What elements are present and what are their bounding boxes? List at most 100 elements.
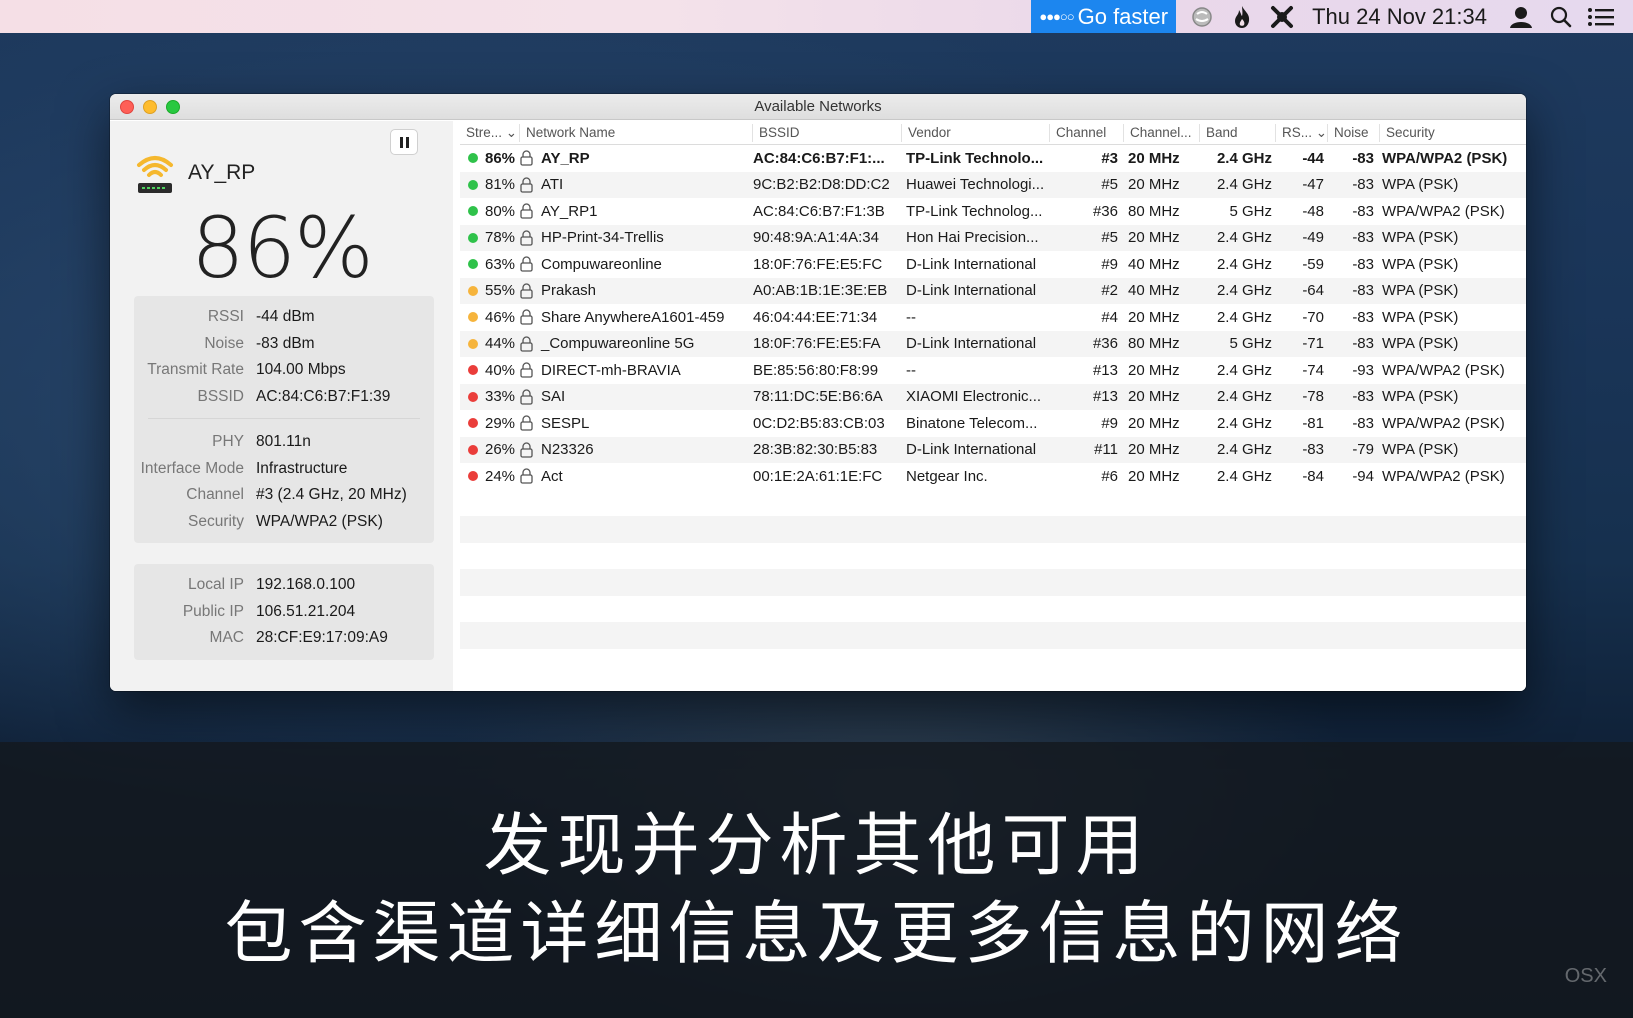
table-row[interactable]: 78% HP-Print-34-Trellis 90:48:9A:A1:4A:34 H… [460,224,1526,251]
table-row[interactable]: 81% ATI 9C:B2:B2:D8:DD:C2 Huawei Technologi… [460,171,1526,198]
channel-cell: #4 [1101,308,1118,326]
current-network-header: AY_RP [136,151,255,195]
signal-dot-icon [468,153,478,164]
detail-value: Infrastructure [256,459,348,477]
close-button[interactable] [120,100,134,114]
window-titlebar[interactable]: Available Networks [110,94,1526,120]
menubar-clock[interactable]: Thu 24 Nov 21:34 [1302,4,1501,30]
detail-row: Transmit Rate 104.00 Mbps [134,357,434,384]
band-cell: 2.4 GHz [1216,255,1272,273]
network-name-cell: Share AnywhereA1601-459 [520,309,753,326]
strength-cell: 29% [460,415,520,432]
go-faster-status-item[interactable]: ●●●○○ Go faster [1031,0,1177,33]
search-icon[interactable] [1541,0,1581,33]
caption-line-2: 包含渠道详细信息及更多信息的网络 [224,895,1409,974]
detail-value: 28:CF:E9:17:09:A9 [256,629,388,647]
vendor-cell: Huawei Technologi... [906,176,1045,194]
list-icon[interactable] [1581,0,1621,33]
network-name-text: _Compuwareonline 5G [541,335,695,353]
strength-value: 63% [485,255,516,273]
desktop: { "menubar": { "go_faster": "Go faster",… [0,0,1633,1018]
network-name-text: AY_RP1 [541,202,598,220]
vendor-cell: D-Link International [906,282,1037,300]
vendor-cell: -- [906,361,916,379]
network-name-cell: ATI [520,176,753,193]
table-row[interactable]: 63% Compuwareonline 18:0F:76:FE:E5:FC D-Lin… [460,251,1526,278]
strength-cell: 63% [460,256,520,273]
wrench-x-icon[interactable] [1262,0,1302,33]
security-cell: WPA/WPA2 (PSK) [1382,467,1505,485]
column-band[interactable]: Band [1200,123,1276,142]
table-row[interactable]: 55% Prakash A0:AB:1B:1E:3E:EB D-Link Intern… [460,277,1526,304]
zoom-button[interactable] [166,100,180,114]
bssid-cell: 9C:B2:B2:D8:DD:C2 [753,176,890,194]
strength-value: 86% [485,149,516,167]
signal-dot-icon [468,444,478,455]
band-cell: 2.4 GHz [1216,282,1272,300]
detail-label: Channel [186,486,244,504]
band-cell: 5 GHz [1229,202,1272,220]
table-row[interactable]: 40% DIRECT-mh-BRAVIA BE:85:56:80:F8:99 -- #1… [460,357,1526,384]
column-network-name[interactable]: Network Name [520,123,753,142]
strength-cell: 33% [460,388,520,405]
network-name-text: SAI [541,388,566,406]
detail-label: Local IP [187,576,244,594]
channel-width-cell: 40 MHz [1128,255,1180,273]
signal-dot-icon [468,285,478,296]
channel-cell: #5 [1101,229,1118,247]
bssid-cell: A0:AB:1B:1E:3E:EB [753,282,888,300]
channel-width-cell: 80 MHz [1128,202,1180,220]
detail-row: Local IP 192.168.0.100 [134,572,434,599]
channel-cell: #5 [1101,176,1118,194]
detail-row: PHY 801.11n [134,429,434,456]
column-vendor[interactable]: Vendor [902,123,1050,142]
wifi-router-icon [137,156,173,193]
networks-table[interactable]: Stre... ⌄ Network Name BSSID Vendor Chan… [460,121,1526,691]
detail-row: BSSID AC:84:C6:B7:F1:39 [134,384,434,411]
band-cell: 2.4 GHz [1216,176,1272,194]
bssid-cell: 18:0F:76:FE:E5:FA [753,335,881,353]
vendor-cell: Netgear Inc. [906,467,988,485]
table-row[interactable]: 24% Act 00:1E:2A:61:1E:FC Netgear Inc. #6 20 … [460,463,1526,490]
strength-value: 81% [485,176,516,194]
column-security[interactable]: Security [1380,124,1526,142]
table-row[interactable]: 80% AY_RP1 AC:84:C6:B7:F1:3B TP-Link Techno… [460,198,1526,225]
band-cell: 2.4 GHz [1216,414,1272,432]
column-strength[interactable]: Stre... ⌄ [460,123,520,142]
globe-icon[interactable] [1182,0,1222,33]
lock-icon [520,468,533,484]
table-row[interactable]: 44% _Compuwareonline 5G 18:0F:76:FE:E5:FA D… [460,330,1526,357]
column-noise[interactable]: Noise [1328,123,1380,142]
vendor-cell: Binatone Telecom... [906,414,1038,432]
column-bssid[interactable]: BSSID [753,123,902,142]
channel-width-cell: 20 MHz [1128,467,1180,485]
column-channel-width[interactable]: Channel... [1124,123,1200,142]
pause-button[interactable] [390,129,418,155]
user-icon[interactable] [1501,0,1541,33]
lock-icon [520,203,533,219]
network-name-text: Compuwareonline [541,255,662,273]
table-row[interactable]: 33% SAI 78:11:DC:5E:B6:6A XIAOMI Electronic… [460,383,1526,410]
lock-icon [520,415,533,431]
table-row[interactable]: 86% AY_RP AC:84:C6:B7:F1:... TP-Link Techno… [460,145,1526,172]
column-rssi[interactable]: RS... ⌄ [1276,123,1328,142]
table-row[interactable]: 46% Share AnywhereA1601-459 46:04:44:EE:71… [460,304,1526,331]
noise-cell: -83 [1352,335,1374,353]
rssi-cell: -49 [1302,229,1324,247]
noise-cell: -83 [1352,414,1374,432]
flame-icon[interactable] [1222,0,1262,33]
detail-label: Security [188,512,244,530]
strength-cell: 80% [460,203,520,220]
lock-icon [520,362,533,378]
table-row[interactable]: 29% SESPL 0C:D2:B5:83:CB:03 Binatone Teleco… [460,410,1526,437]
network-name-text: Prakash [541,282,597,300]
signal-dot-icon [468,471,478,482]
table-row[interactable]: 26% N23326 28:3B:82:30:B5:83 D-Link Interna… [460,436,1526,463]
minimize-button[interactable] [143,100,157,114]
security-cell: WPA/WPA2 (PSK) [1382,149,1508,167]
network-name-cell: AY_RP1 [520,203,753,220]
strength-cell: 40% [460,362,520,379]
column-channel[interactable]: Channel [1050,123,1124,142]
detail-label: RSSI [207,308,244,326]
security-cell: WPA/WPA2 (PSK) [1382,361,1505,379]
